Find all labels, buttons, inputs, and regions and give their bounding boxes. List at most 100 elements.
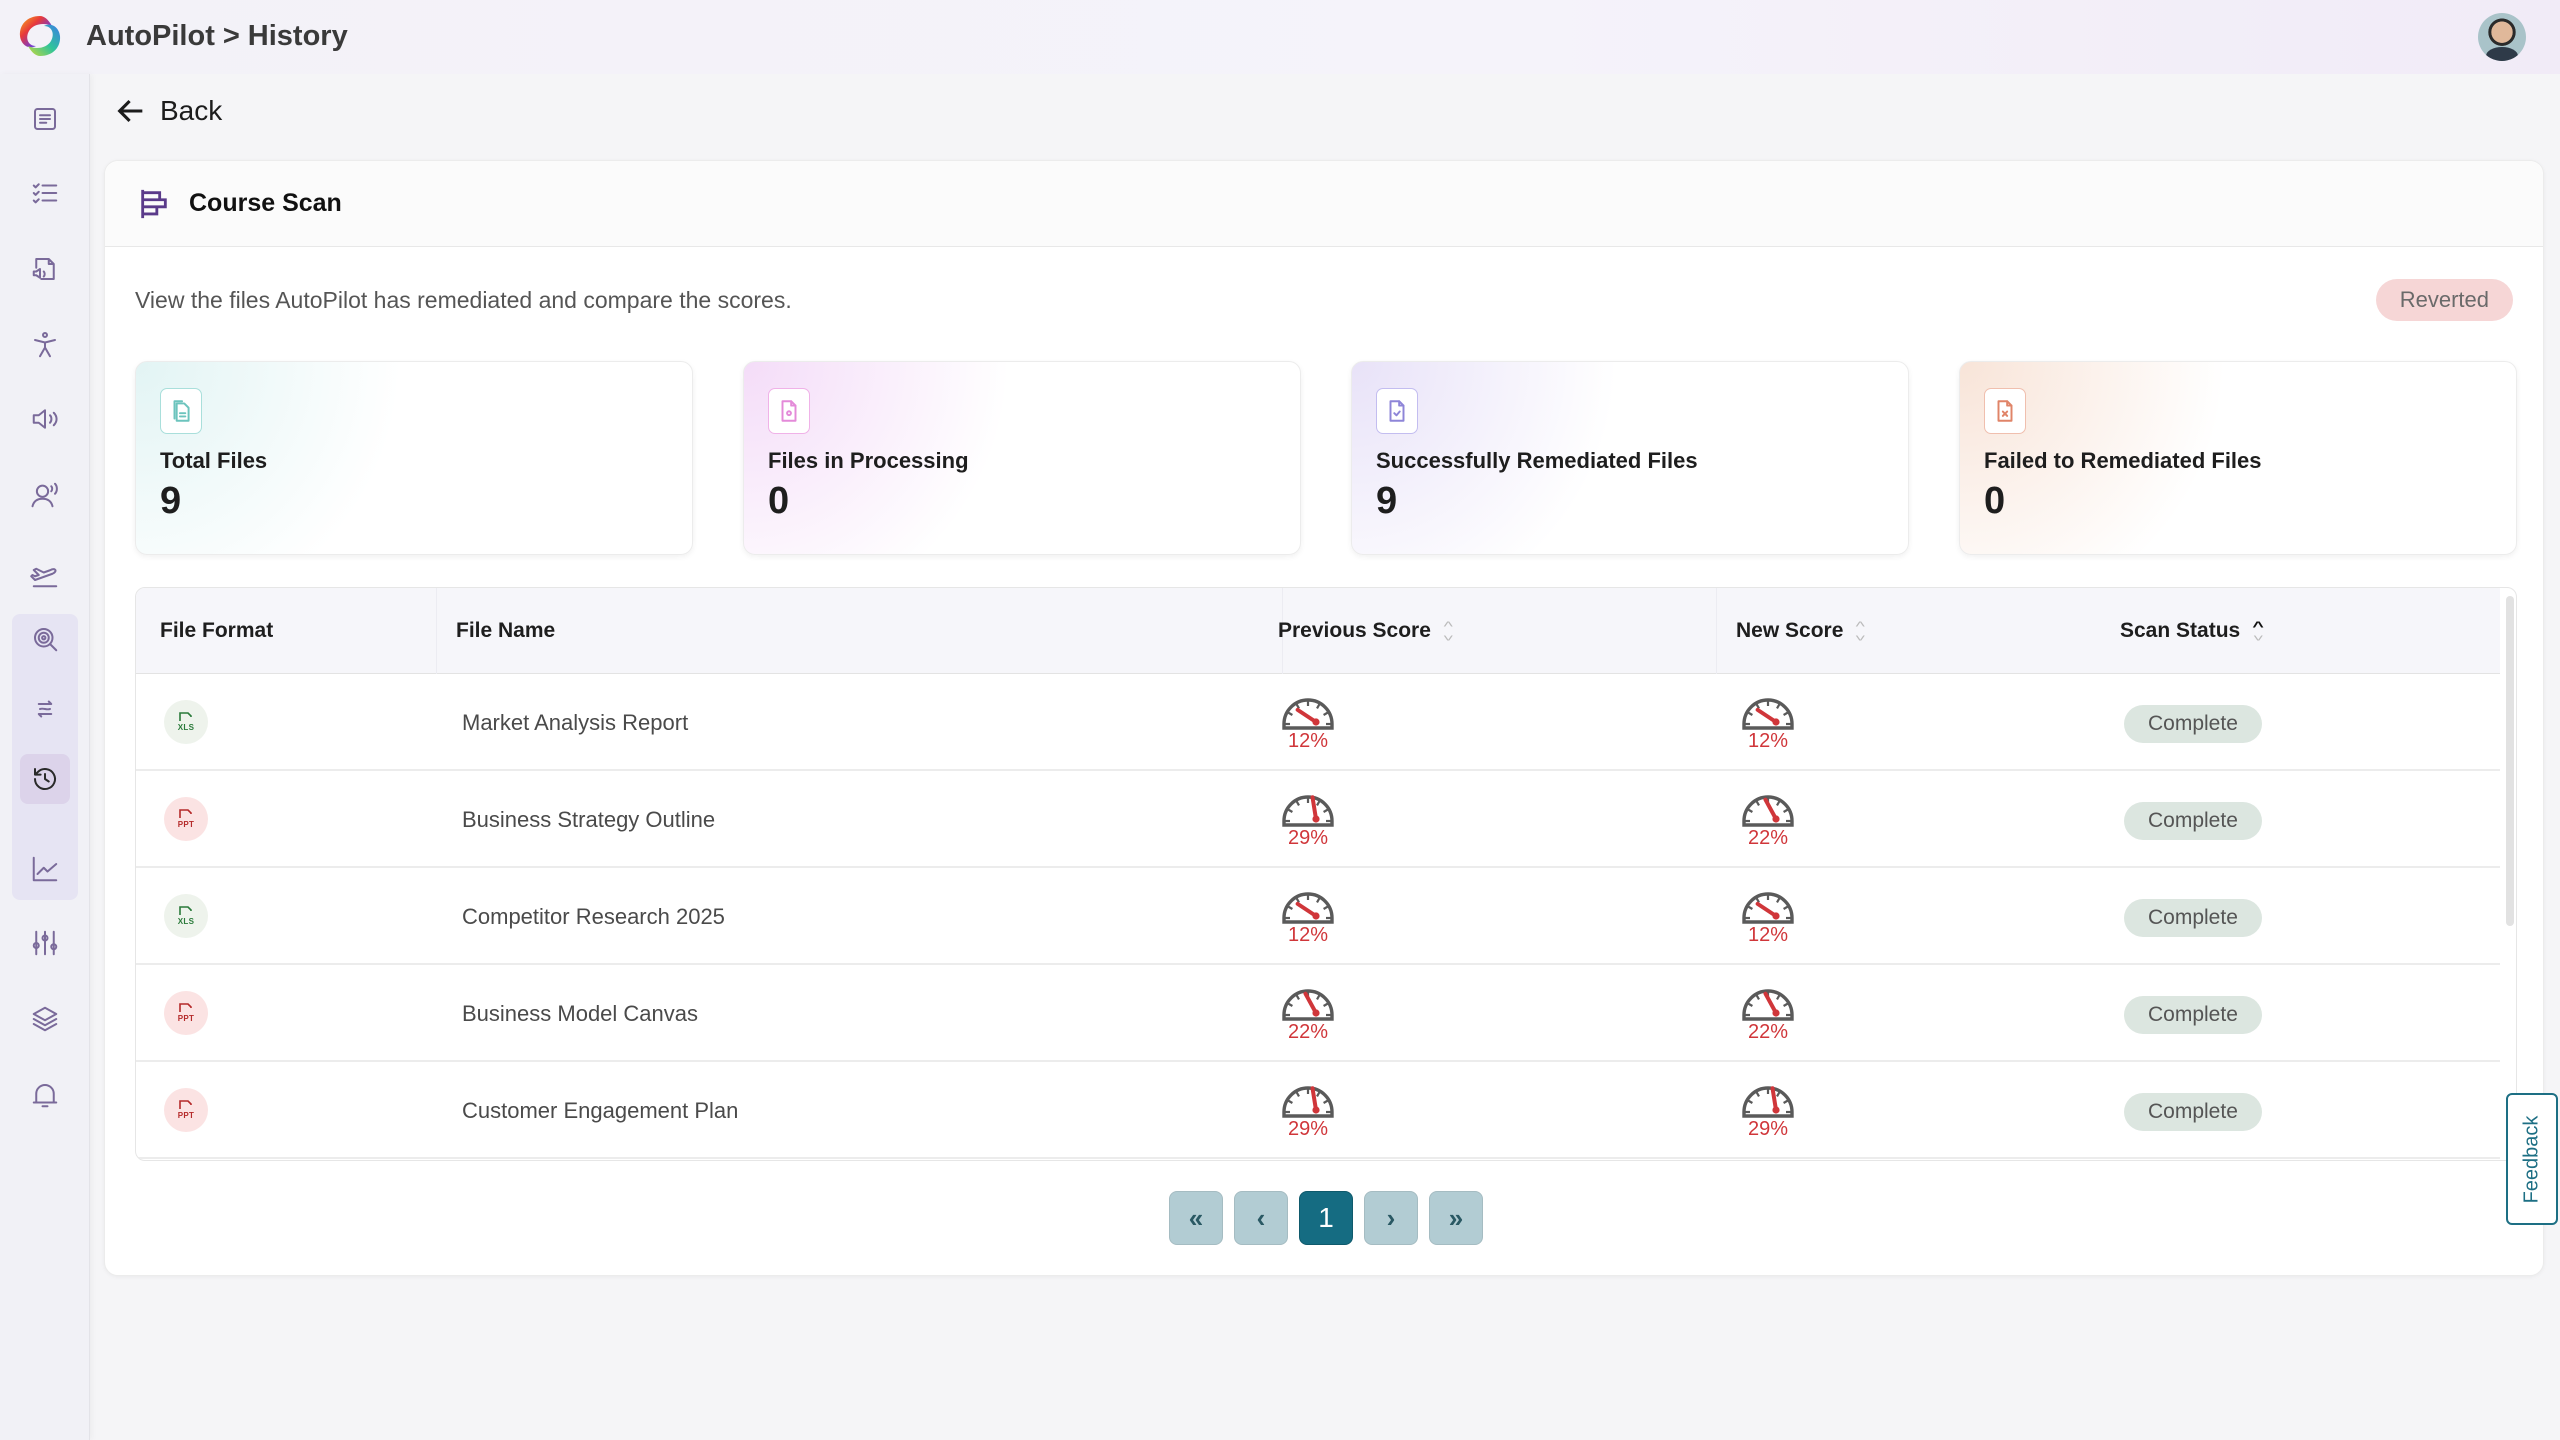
files-icon: [173, 400, 190, 422]
gauge-tick: [1295, 897, 1300, 903]
file-name[interactable]: Business Model Canvas: [462, 965, 698, 1062]
gauge-tick: [1755, 800, 1760, 806]
gauge-tick: [1755, 994, 1760, 1000]
gauge-icon: [1742, 795, 1794, 827]
previous-score: 12%: [1278, 884, 1338, 947]
card-title: Course Scan: [189, 189, 342, 217]
sort-icon[interactable]: ^ ^: [1856, 619, 1865, 644]
previous-score-value: 29%: [1287, 1118, 1329, 1140]
gauge-tick: [1776, 994, 1781, 1000]
ppt-file-icon: PPT: [164, 991, 208, 1035]
previous-score-value: 29%: [1287, 827, 1329, 849]
table-row[interactable]: PPT Business Strategy Outline 29% 22% Co…: [136, 771, 2500, 868]
table-scrollbar[interactable]: [2506, 596, 2514, 926]
breadcrumb-item-autopilot[interactable]: AutoPilot: [86, 20, 215, 52]
file-format-label: PPT: [177, 820, 195, 829]
new-score: 22%: [1738, 787, 1798, 850]
file-check-icon: [1389, 400, 1405, 422]
previous-score: 12%: [1278, 690, 1338, 753]
sidebar-item-audio-files[interactable]: [20, 244, 70, 294]
sidebar-item-settings[interactable]: [20, 918, 70, 968]
gauge-hub: [1312, 1106, 1320, 1114]
ppt-file-icon: PPT: [164, 797, 208, 841]
gauge-hub: [1312, 912, 1320, 920]
gauge-tick: [1287, 1002, 1293, 1007]
gauge-tick: [1747, 711, 1753, 716]
sidebar-item-notifications[interactable]: [20, 1070, 70, 1120]
course-scan-icon: [141, 189, 167, 218]
gauge-icon: [1282, 989, 1334, 1021]
audio-file-icon: [32, 258, 55, 280]
previous-page-button[interactable]: ‹: [1234, 1191, 1288, 1245]
breadcrumb-item-history: History: [247, 20, 348, 52]
stat-icon-box: [768, 388, 810, 434]
sidebar-item-scan[interactable]: [20, 614, 70, 664]
sidebar-item-checklist[interactable]: [20, 168, 70, 218]
gauge-icon: [1282, 795, 1334, 827]
last-page-button[interactable]: »: [1429, 1191, 1483, 1245]
sidebar-item-speaker[interactable]: [20, 394, 70, 444]
gauge-hub: [1772, 1009, 1780, 1017]
back-label: Back: [160, 95, 223, 126]
column-header-new-score[interactable]: New Score ^ ^: [1736, 588, 1865, 674]
stat-icon-box: [1376, 388, 1418, 434]
document-icon: [34, 108, 56, 130]
column-header-file-name: File Name: [456, 619, 556, 642]
file-gear-icon: [781, 400, 797, 422]
sidebar-item-history[interactable]: [20, 754, 70, 804]
gauge-hub: [1312, 1009, 1320, 1017]
file-name[interactable]: Market Analysis Report: [462, 674, 688, 771]
scan-status-badge: Complete: [2124, 802, 2262, 840]
gauge-tick: [1295, 1091, 1300, 1097]
sidebar-item-documents[interactable]: [20, 94, 70, 144]
table-row[interactable]: XLS Competitor Research 2025 12% 12% Com…: [136, 868, 2500, 965]
scan-status-badge: Complete: [2124, 996, 2262, 1034]
gauge-tick: [1316, 800, 1321, 806]
app-logo[interactable]: [14, 10, 66, 62]
accessibility-icon: [34, 332, 56, 358]
column-header-previous-score[interactable]: Previous Score ^ ^: [1278, 588, 1453, 674]
table-row[interactable]: XLS Market Analysis Report 12% 12% Compl…: [136, 674, 2500, 771]
sidebar-item-accessibility[interactable]: [20, 320, 70, 370]
feedback-button[interactable]: Feedback: [2506, 1093, 2558, 1225]
gauge-hub: [1772, 1106, 1780, 1114]
new-score-value: 12%: [1747, 730, 1789, 752]
next-page-button[interactable]: ›: [1364, 1191, 1418, 1245]
sort-ascending-icon[interactable]: ^ ^: [2253, 619, 2264, 644]
card-description: View the files AutoPilot has remediated …: [135, 287, 792, 313]
new-score-value: 22%: [1747, 1021, 1789, 1043]
page-button-current[interactable]: 1: [1299, 1191, 1353, 1245]
avatar[interactable]: [2478, 13, 2526, 61]
sort-icon[interactable]: ^ ^: [1444, 619, 1453, 644]
gauge-tick: [1747, 1002, 1753, 1007]
table-header: File Format File Name Previous Score ^ ^ …: [136, 588, 2500, 674]
table-row[interactable]: PPT Customer Engagement Plan 29% 29% Com…: [136, 1062, 2500, 1159]
speaker-icon: [32, 409, 58, 429]
back-button[interactable]: Back: [114, 94, 222, 128]
files-table: File Format File Name Previous Score ^ ^ …: [135, 587, 2517, 1161]
sidebar-item-voice[interactable]: [20, 470, 70, 520]
first-page-button[interactable]: «: [1169, 1191, 1223, 1245]
table-row[interactable]: PPT Business Model Canvas 22% 22% Comple…: [136, 965, 2500, 1062]
gauge-icon: [1282, 1086, 1334, 1118]
file-format-label: XLS: [177, 723, 195, 732]
gauge-tick: [1747, 1099, 1753, 1104]
sidebar-item-sync[interactable]: [20, 684, 70, 734]
gauge-tick: [1295, 800, 1300, 806]
sidebar-item-autopilot[interactable]: [20, 550, 70, 600]
status-badge: Reverted: [2375, 279, 2513, 321]
gauge-hub: [1312, 718, 1320, 726]
file-name[interactable]: Business Strategy Outline: [462, 771, 715, 868]
gauge-tick: [1323, 1099, 1329, 1104]
gauge-icon: [1742, 892, 1794, 924]
gauge-hub: [1312, 815, 1320, 823]
previous-score-value: 12%: [1287, 924, 1329, 946]
file-name[interactable]: Customer Engagement Plan: [462, 1062, 738, 1159]
bell-icon: [32, 1084, 58, 1108]
file-format-label: PPT: [177, 1111, 195, 1120]
file-name[interactable]: Competitor Research 2025: [462, 868, 725, 965]
sidebar-item-layers[interactable]: [20, 994, 70, 1044]
sidebar-item-analytics[interactable]: [20, 844, 70, 894]
gauge-tick: [1316, 1091, 1321, 1097]
column-header-scan-status[interactable]: Scan Status ^ ^: [2120, 588, 2264, 674]
